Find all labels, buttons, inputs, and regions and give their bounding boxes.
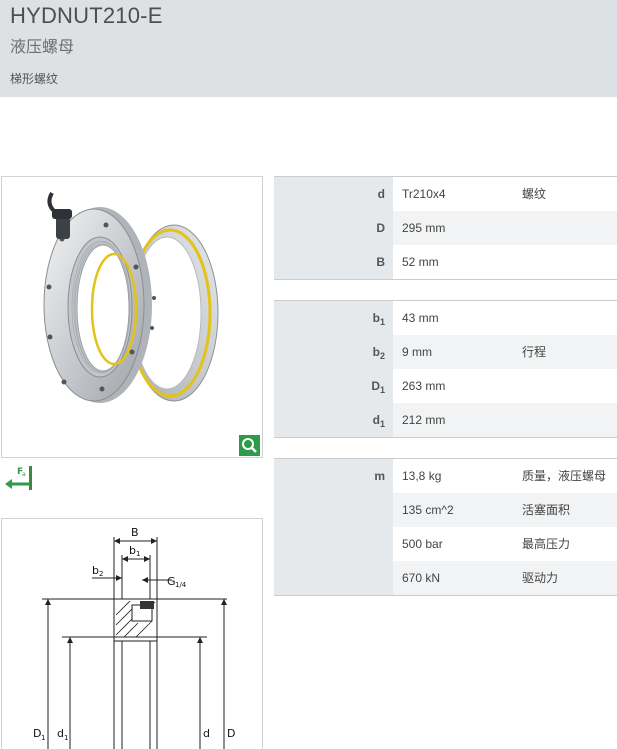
row-note: 驱动力 bbox=[522, 571, 559, 585]
force-sub: a bbox=[22, 471, 26, 478]
dim-D1-sub: 1 bbox=[41, 734, 45, 742]
dim-b1-sub: 1 bbox=[136, 550, 140, 558]
row-note: 螺纹 bbox=[522, 187, 547, 201]
dim-D: D bbox=[227, 727, 235, 740]
dim-b2-sub: 2 bbox=[99, 570, 103, 578]
row-label bbox=[274, 493, 393, 527]
product-header: HYDNUT210-E 液压螺母 梯形螺纹 bbox=[0, 0, 617, 97]
table-row: 670 kN 驱动力 bbox=[274, 561, 617, 595]
table-row: D 295 mm bbox=[274, 211, 617, 245]
row-label: b2 bbox=[274, 335, 393, 369]
row-value: 263 mm bbox=[402, 379, 446, 393]
product-subtitle: 液压螺母 bbox=[10, 39, 75, 56]
row-value: Tr210x4 bbox=[402, 187, 446, 201]
table-row: D1 263 mm bbox=[274, 369, 617, 403]
row-value: 212 mm bbox=[402, 413, 446, 427]
dim-b1: b bbox=[129, 544, 136, 557]
table-row: m 13,8 kg 质量，液压螺母 bbox=[274, 459, 617, 493]
row-label: D bbox=[274, 211, 393, 245]
table-row: 500 bar 最高压力 bbox=[274, 527, 617, 561]
table-row: b1 43 mm bbox=[274, 301, 617, 335]
dim-B: B bbox=[131, 526, 139, 539]
row-value: 500 bar bbox=[402, 537, 443, 551]
row-value: 9 mm bbox=[402, 345, 432, 359]
row-note: 最高压力 bbox=[522, 537, 571, 551]
row-label: m bbox=[274, 459, 393, 493]
row-value: 13,8 kg bbox=[402, 469, 442, 483]
product-title: HYDNUT210-E bbox=[10, 3, 163, 28]
row-label: d bbox=[274, 177, 393, 211]
table-row: B 52 mm bbox=[274, 245, 617, 279]
row-note: 行程 bbox=[522, 345, 547, 359]
row-value: 43 mm bbox=[402, 311, 439, 325]
performance-table: m 13,8 kg 质量，液压螺母 135 cm^2 活塞面积 500 bar … bbox=[274, 458, 617, 596]
dim-d: d bbox=[203, 727, 210, 740]
table-row: d1 212 mm bbox=[274, 403, 617, 437]
table-row: b2 9 mm 行程 bbox=[274, 335, 617, 369]
dimension-table-1: d Tr210x4 螺纹 D 295 mm B 52 mm bbox=[274, 176, 617, 280]
row-label: B bbox=[274, 245, 393, 279]
row-value: 670 kN bbox=[402, 571, 441, 585]
table-row: d Tr210x4 螺纹 bbox=[274, 177, 617, 211]
row-value: 52 mm bbox=[402, 255, 439, 269]
axial-force-icon[interactable]: F a bbox=[3, 462, 33, 492]
dim-d1-sub: 1 bbox=[64, 734, 68, 742]
dim-G-sub: 1/4 bbox=[175, 581, 187, 589]
row-label bbox=[274, 527, 393, 561]
row-value: 135 cm^2 bbox=[402, 503, 454, 517]
zoom-icon[interactable] bbox=[239, 435, 260, 456]
technical-drawing: B b 1 b 2 G 1/4 D 1 d 1 d D bbox=[1, 518, 263, 749]
dim-d1: d bbox=[57, 727, 64, 740]
row-label: D1 bbox=[274, 369, 393, 403]
product-photo[interactable] bbox=[1, 176, 263, 458]
row-label: d1 bbox=[274, 403, 393, 437]
row-note: 质量，液压螺母 bbox=[522, 469, 607, 483]
dim-b2: b bbox=[92, 564, 99, 577]
row-note: 活塞面积 bbox=[522, 503, 571, 517]
table-row: 135 cm^2 活塞面积 bbox=[274, 493, 617, 527]
row-label: b1 bbox=[274, 301, 393, 335]
row-value: 295 mm bbox=[402, 221, 446, 235]
product-description: 梯形螺纹 bbox=[10, 72, 59, 86]
row-label bbox=[274, 561, 393, 595]
dimension-table-2: b1 43 mm b2 9 mm 行程 D1 263 mm d1 212 mm bbox=[274, 300, 617, 438]
